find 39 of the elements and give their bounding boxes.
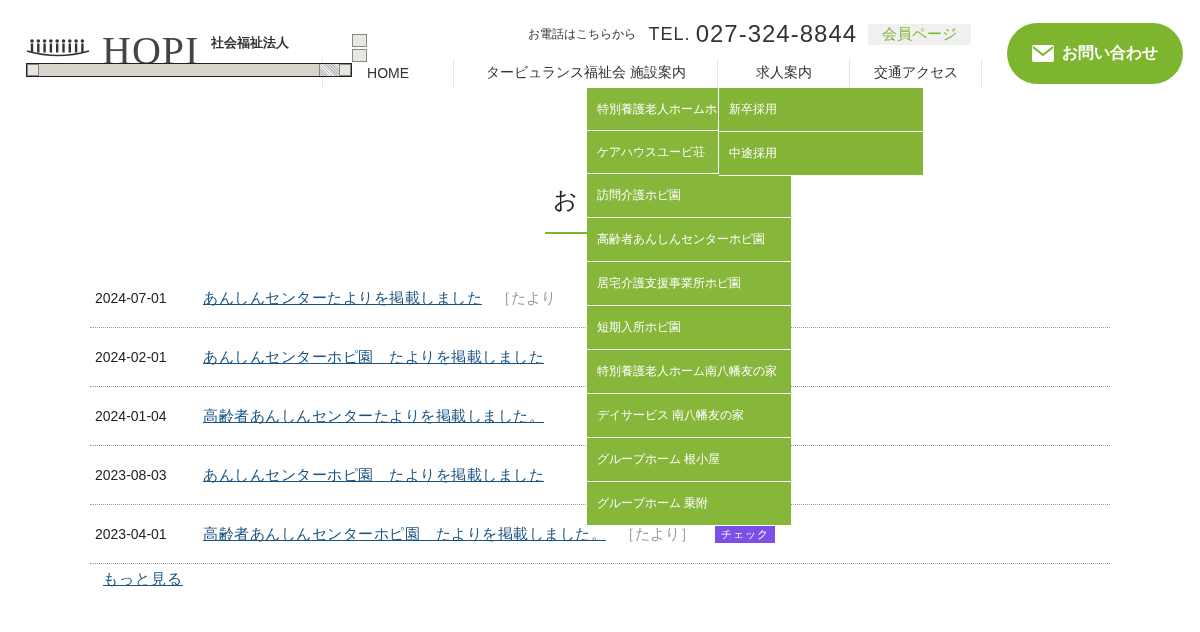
phone-number: 027-324-8844 xyxy=(695,20,858,48)
more-link[interactable]: もっと見る xyxy=(103,570,183,589)
mail-icon xyxy=(1032,45,1055,62)
dropdown-item[interactable]: グループホーム 乗附 xyxy=(587,482,792,526)
news-date: 2024-01-04 xyxy=(95,408,168,424)
news-date: 2024-02-01 xyxy=(95,349,168,365)
dropdown-item[interactable]: 短期入所ホピ園 xyxy=(587,306,792,350)
dropdown-item[interactable]: 特別養護老人ホームホ xyxy=(587,88,719,131)
news-link[interactable]: あんしんセンターホピ園 たよりを掲載しました xyxy=(203,347,544,367)
org-type-text: 社会福祉法人 xyxy=(211,34,290,52)
dropdown-item[interactable]: ケアハウスユービ荘 xyxy=(587,131,719,174)
phone-label: お電話はこちらから xyxy=(527,25,636,43)
news-link[interactable]: 高齢者あんしんセンターホピ園 たよりを掲載しました。 xyxy=(203,524,606,544)
news-link[interactable]: あんしんセンターホピ園 たよりを掲載しました xyxy=(203,465,544,485)
nav-link[interactable]: タービュランス福祉会 施設案内 xyxy=(485,64,686,82)
news-date: 2023-04-01 xyxy=(95,526,168,542)
news-link[interactable]: あんしんセンターたよりを掲載しました xyxy=(203,288,482,308)
nav-link[interactable]: HOME xyxy=(367,65,410,81)
dropdown-item[interactable]: 高齢者あんしんセンターホピ園 xyxy=(587,218,792,262)
section-heading: お xyxy=(553,185,578,215)
news-date: 2024-07-01 xyxy=(95,290,168,306)
member-page-link[interactable]: 会員ページ xyxy=(868,23,972,45)
dropdown-item[interactable]: デイサービス 南八幡友の家 xyxy=(587,394,792,438)
category-label: ［たより xyxy=(496,288,556,308)
contact-button[interactable]: お問い合わせ xyxy=(1007,23,1183,84)
dropdown-item[interactable]: 居宅介護支援事業所ホピ園 xyxy=(587,262,792,306)
tel-prefix: TEL. xyxy=(648,23,691,45)
news-date: 2023-08-03 xyxy=(95,467,168,483)
category-label: ［たより］ xyxy=(620,524,695,544)
dropdown-item[interactable]: グループホーム 根小屋 xyxy=(587,438,792,482)
scrollbar-thumb[interactable] xyxy=(39,64,320,76)
dropdown-item[interactable]: 特別養護老人ホーム南八幡友の家 xyxy=(587,350,792,394)
news-link[interactable]: 高齢者あんしんセンターたよりを掲載しました。 xyxy=(203,406,544,426)
nav-link[interactable]: 求人案内 xyxy=(755,64,812,82)
nav-link[interactable]: 交通アクセス xyxy=(873,64,958,82)
horizontal-scrollbar[interactable] xyxy=(26,63,352,77)
dropdown-item[interactable]: 新卒採用 xyxy=(719,88,924,132)
dropdown-item[interactable]: 中途採用 xyxy=(719,132,924,176)
dropdown-item[interactable]: 訪問介護ホピ園 xyxy=(587,174,792,218)
